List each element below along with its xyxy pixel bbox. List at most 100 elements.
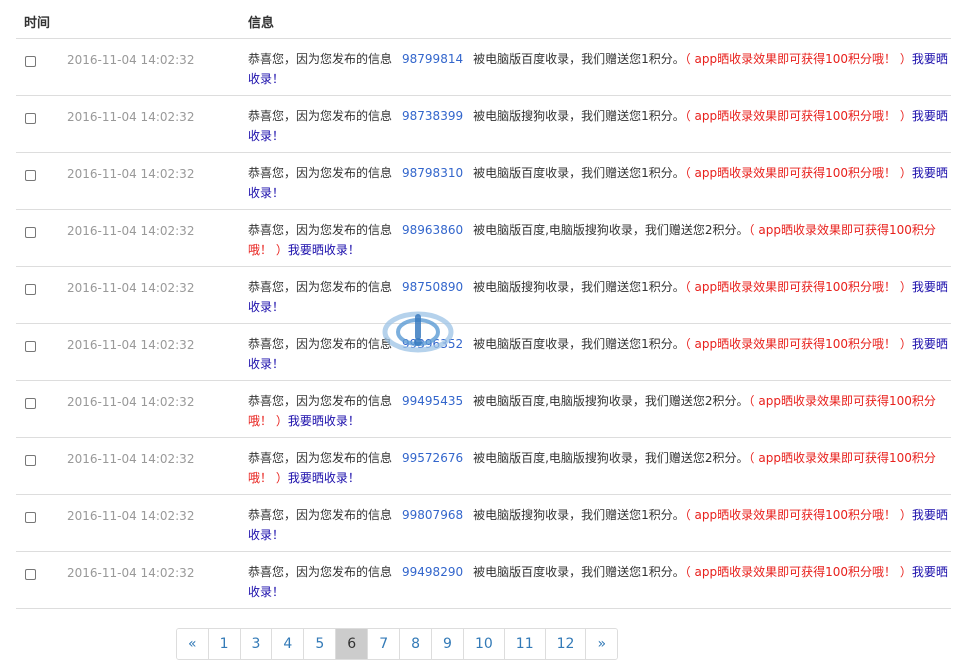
info-id-link[interactable]: 98799814 (402, 52, 463, 66)
row-time: 2016-11-04 14:02:32 (67, 167, 195, 181)
row-time: 2016-11-04 14:02:32 (67, 338, 195, 352)
info-desc: 被电脑版百度,电脑版搜狗收录，我们赠送您2积分。 (473, 394, 749, 408)
column-header-time: 时间 (24, 16, 51, 31)
row-checkbox[interactable] (25, 341, 36, 352)
table-row: 2016-11-04 14:02:32 恭喜您，因为您发布的信息 99396352 被… (16, 324, 951, 381)
share-link[interactable]: 我要晒收录！ (288, 471, 360, 485)
pagination-page-4[interactable]: 4 (272, 629, 305, 659)
info-promo: （ app晒收录效果即可获得100积分哦！ ） (684, 337, 912, 351)
row-info: 恭喜您，因为您发布的信息 99396352 被电脑版百度收录，我们赠送您1积分。（ … (248, 334, 948, 374)
info-desc: 被电脑版百度收录，我们赠送您1积分。 (473, 565, 685, 579)
row-time: 2016-11-04 14:02:32 (67, 566, 195, 580)
row-time: 2016-11-04 14:02:32 (67, 281, 195, 295)
pagination: «1 3 4 5 6 7 8 9 10 11 12» (176, 628, 619, 660)
table-row: 2016-11-04 14:02:32 恭喜您，因为您发布的信息 99572676 被… (16, 438, 951, 495)
row-time: 2016-11-04 14:02:32 (67, 110, 195, 124)
row-time: 2016-11-04 14:02:32 (67, 509, 195, 523)
info-promo: （ app晒收录效果即可获得100积分哦！ ） (684, 166, 912, 180)
info-promo: （ app晒收录效果即可获得100积分哦！ ） (684, 109, 912, 123)
row-info: 恭喜您，因为您发布的信息 98963860 被电脑版百度,电脑版搜狗收录，我们赠送您… (248, 220, 948, 260)
row-info: 恭喜您，因为您发布的信息 99807968 被电脑版搜狗收录，我们赠送您1积分。（ … (248, 505, 948, 545)
info-promo: （ app晒收录效果即可获得100积分哦！ ） (684, 565, 912, 579)
share-link[interactable]: 我要晒收录！ (288, 414, 360, 428)
info-id-link[interactable]: 98750890 (402, 280, 463, 294)
pagination-page-12[interactable]: 12 (545, 629, 587, 659)
table-row: 2016-11-04 14:02:32 恭喜您，因为您发布的信息 98963860 被… (16, 210, 951, 267)
points-log-page: 时间 信息 2016-11-04 14:02:32 恭喜您，因为您发布的信息 987… (0, 0, 954, 662)
info-prefix: 恭喜您，因为您发布的信息 (248, 223, 393, 237)
row-time: 2016-11-04 14:02:32 (67, 395, 195, 409)
table-row: 2016-11-04 14:02:32 恭喜您，因为您发布的信息 98799814 被… (16, 39, 951, 96)
pagination-page-11[interactable]: 11 (504, 629, 546, 659)
row-checkbox[interactable] (25, 227, 36, 238)
watermark-logo-icon (382, 311, 454, 353)
table-row: 2016-11-04 14:02:32 恭喜您，因为您发布的信息 98738399 被… (16, 96, 951, 153)
row-checkbox[interactable] (25, 569, 36, 580)
pagination-next-button[interactable]: » (586, 629, 618, 659)
table-row: 2016-11-04 14:02:32 恭喜您，因为您发布的信息 99498290 被… (16, 552, 951, 609)
row-info: 恭喜您，因为您发布的信息 98738399 被电脑版搜狗收录，我们赠送您1积分。（ … (248, 106, 948, 146)
table-row: 2016-11-04 14:02:32 恭喜您，因为您发布的信息 99807968 被… (16, 495, 951, 552)
info-desc: 被电脑版百度收录，我们赠送您1积分。 (473, 337, 685, 351)
info-desc: 被电脑版百度,电脑版搜狗收录，我们赠送您2积分。 (473, 223, 749, 237)
table-row: 2016-11-04 14:02:32 恭喜您，因为您发布的信息 98750890 被… (16, 267, 951, 324)
row-checkbox[interactable] (25, 398, 36, 409)
info-prefix: 恭喜您，因为您发布的信息 (248, 280, 393, 294)
points-table: 时间 信息 2016-11-04 14:02:32 恭喜您，因为您发布的信息 987… (16, 0, 951, 609)
row-time: 2016-11-04 14:02:32 (67, 452, 195, 466)
row-time: 2016-11-04 14:02:32 (67, 224, 195, 238)
info-id-link[interactable]: 99572676 (402, 451, 463, 465)
column-header-info: 信息 (248, 16, 275, 31)
row-checkbox[interactable] (25, 284, 36, 295)
info-promo: （ app晒收录效果即可获得100积分哦！ ） (684, 52, 912, 66)
row-info: 恭喜您，因为您发布的信息 98798310 被电脑版百度收录，我们赠送您1积分。（ … (248, 163, 948, 203)
table-row: 2016-11-04 14:02:32 恭喜您，因为您发布的信息 99495435 被… (16, 381, 951, 438)
info-prefix: 恭喜您，因为您发布的信息 (248, 109, 393, 123)
pagination-page-7[interactable]: 7 (368, 629, 401, 659)
info-id-link[interactable]: 98798310 (402, 166, 463, 180)
info-prefix: 恭喜您，因为您发布的信息 (248, 394, 393, 408)
row-info: 恭喜您，因为您发布的信息 99498290 被电脑版百度收录，我们赠送您1积分。（ … (248, 562, 948, 602)
info-prefix: 恭喜您，因为您发布的信息 (248, 451, 393, 465)
pagination-page-10[interactable]: 10 (463, 629, 505, 659)
pagination-page-6[interactable]: 6 (336, 629, 369, 659)
info-desc: 被电脑版搜狗收录，我们赠送您1积分。 (473, 109, 685, 123)
row-checkbox[interactable] (25, 113, 36, 124)
row-info: 恭喜您，因为您发布的信息 99572676 被电脑版百度,电脑版搜狗收录，我们赠送您… (248, 448, 948, 488)
info-prefix: 恭喜您，因为您发布的信息 (248, 337, 393, 351)
row-checkbox[interactable] (25, 455, 36, 466)
pagination-page-9[interactable]: 9 (432, 629, 464, 659)
info-id-link[interactable]: 99498290 (402, 565, 463, 579)
info-prefix: 恭喜您，因为您发布的信息 (248, 565, 393, 579)
info-desc: 被电脑版百度,电脑版搜狗收录，我们赠送您2积分。 (473, 451, 749, 465)
info-id-link[interactable]: 98963860 (402, 223, 463, 237)
info-promo: （ app晒收录效果即可获得100积分哦！ ） (684, 508, 912, 522)
row-info: 恭喜您，因为您发布的信息 98750890 被电脑版搜狗收录，我们赠送您1积分。（ … (248, 277, 948, 317)
info-prefix: 恭喜您，因为您发布的信息 (248, 508, 393, 522)
info-desc: 被电脑版搜狗收录，我们赠送您1积分。 (473, 508, 685, 522)
pagination-page-1[interactable]: 1 (208, 629, 241, 659)
info-id-link[interactable]: 98738399 (402, 109, 463, 123)
info-desc: 被电脑版搜狗收录，我们赠送您1积分。 (473, 280, 685, 294)
row-checkbox[interactable] (25, 56, 36, 67)
info-id-link[interactable]: 99807968 (402, 508, 463, 522)
row-info: 恭喜您，因为您发布的信息 99495435 被电脑版百度,电脑版搜狗收录，我们赠送您… (248, 391, 948, 431)
pagination-prev-button[interactable]: « (177, 629, 209, 659)
info-desc: 被电脑版百度收录，我们赠送您1积分。 (473, 166, 685, 180)
table-body: 2016-11-04 14:02:32 恭喜您，因为您发布的信息 98799814 被… (16, 39, 951, 609)
row-checkbox[interactable] (25, 170, 36, 181)
row-time: 2016-11-04 14:02:32 (67, 53, 195, 67)
info-prefix: 恭喜您，因为您发布的信息 (248, 166, 393, 180)
row-checkbox[interactable] (25, 512, 36, 523)
table-header: 时间 信息 (16, 0, 951, 39)
share-link[interactable]: 我要晒收录！ (288, 243, 360, 257)
info-desc: 被电脑版百度收录，我们赠送您1积分。 (473, 52, 685, 66)
info-id-link[interactable]: 99495435 (402, 394, 463, 408)
table-row: 2016-11-04 14:02:32 恭喜您，因为您发布的信息 98798310 被… (16, 153, 951, 210)
pagination-page-8[interactable]: 8 (400, 629, 433, 659)
info-promo: （ app晒收录效果即可获得100积分哦！ ） (684, 280, 912, 294)
info-prefix: 恭喜您，因为您发布的信息 (248, 52, 393, 66)
pagination-page-5[interactable]: 5 (304, 629, 337, 659)
pagination-page-3[interactable]: 3 (240, 629, 273, 659)
row-info: 恭喜您，因为您发布的信息 98799814 被电脑版百度收录，我们赠送您1积分。（ … (248, 49, 948, 89)
